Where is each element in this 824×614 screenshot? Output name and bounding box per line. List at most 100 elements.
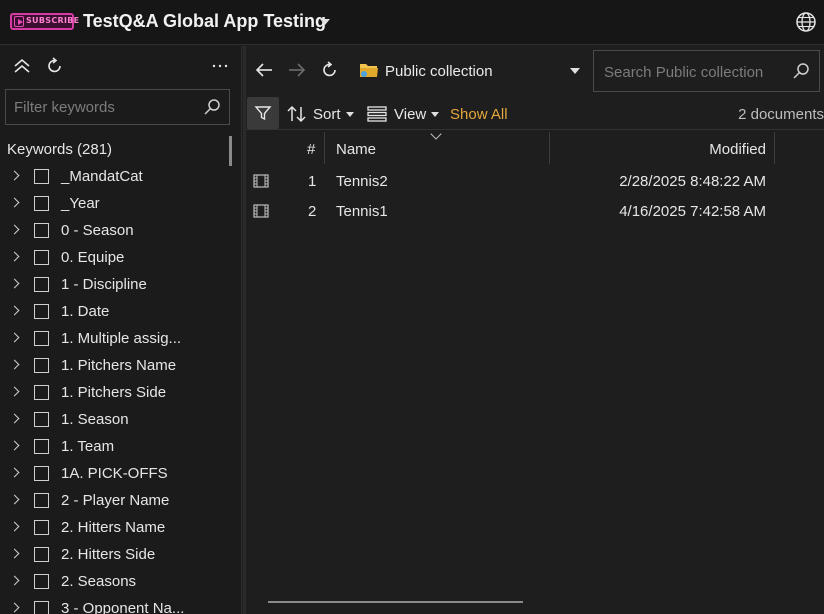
search-icon[interactable] (792, 62, 810, 80)
keyword-item[interactable]: _Year (0, 190, 230, 217)
keyword-checkbox[interactable] (34, 574, 49, 589)
documents-panel: Public collection Sort (246, 46, 824, 614)
keyword-checkbox[interactable] (34, 331, 49, 346)
chevron-right-icon[interactable] (9, 386, 20, 397)
keyword-label: 3 - Opponent Na... (61, 600, 185, 614)
collection-name[interactable]: Public collection (385, 63, 493, 80)
row-modified: 4/16/2025 7:42:58 AM (619, 203, 766, 220)
filter-icon (254, 106, 272, 121)
chevron-right-icon[interactable] (9, 602, 20, 613)
keyword-item[interactable]: 2. Hitters Name (0, 514, 230, 541)
column-header-number[interactable]: # (307, 141, 315, 158)
keyword-checkbox[interactable] (34, 385, 49, 400)
keyword-item[interactable]: 1. Pitchers Name (0, 352, 230, 379)
keyword-checkbox[interactable] (34, 196, 49, 211)
chevron-down-icon[interactable] (431, 112, 439, 117)
sort-icon[interactable] (287, 105, 307, 123)
keyword-item[interactable]: _MandatCat (0, 163, 230, 190)
column-header-modified[interactable]: Modified (709, 141, 766, 158)
chevron-right-icon[interactable] (9, 251, 20, 262)
keyword-checkbox[interactable] (34, 304, 49, 319)
horizontal-scrollbar[interactable] (268, 601, 523, 603)
forward-arrow-icon[interactable] (288, 63, 306, 77)
filter-button[interactable] (247, 97, 279, 129)
title-bar: SUBSCRIBE TestQ&A Global App Testing (0, 0, 824, 45)
row-name[interactable]: Tennis1 (336, 203, 388, 220)
more-options-icon[interactable] (212, 64, 228, 68)
chevron-right-icon[interactable] (9, 440, 20, 451)
search-collection-input[interactable] (604, 62, 784, 82)
keyword-item[interactable]: 3 - Opponent Na... (0, 595, 230, 614)
keyword-checkbox[interactable] (34, 466, 49, 481)
chevron-right-icon[interactable] (9, 494, 20, 505)
chevron-right-icon[interactable] (9, 278, 20, 289)
keyword-checkbox[interactable] (34, 358, 49, 373)
chevron-right-icon[interactable] (9, 548, 20, 559)
chevron-right-icon[interactable] (9, 467, 20, 478)
chevron-down-icon[interactable] (320, 19, 330, 25)
view-list-icon[interactable] (367, 105, 387, 123)
show-all-link[interactable]: Show All (450, 106, 508, 123)
keyword-item[interactable]: 2 - Player Name (0, 487, 230, 514)
keyword-item[interactable]: 0 - Season (0, 217, 230, 244)
keyword-label: 1. Pitchers Name (61, 357, 177, 374)
vertical-scrollbar[interactable] (229, 136, 232, 166)
chevron-right-icon[interactable] (9, 197, 20, 208)
keyword-item[interactable]: 1 - Discipline (0, 271, 230, 298)
chevron-right-icon[interactable] (9, 170, 20, 181)
keyword-checkbox[interactable] (34, 520, 49, 535)
chevron-right-icon[interactable] (9, 413, 20, 424)
navigation-bar: Public collection (246, 46, 824, 94)
keyword-item[interactable]: 2. Seasons (0, 568, 230, 595)
search-icon[interactable] (203, 98, 221, 116)
table-row[interactable]: 1 Tennis2 2/28/2025 8:48:22 AM (246, 166, 824, 196)
keyword-checkbox[interactable] (34, 547, 49, 562)
keyword-item[interactable]: 1. Date (0, 298, 230, 325)
chevron-right-icon[interactable] (9, 521, 20, 532)
column-separator[interactable] (549, 132, 550, 164)
keyword-item[interactable]: 1A. PICK-OFFS (0, 460, 230, 487)
keyword-checkbox[interactable] (34, 493, 49, 508)
row-name[interactable]: Tennis2 (336, 173, 388, 190)
chevron-right-icon[interactable] (9, 224, 20, 235)
refresh-icon[interactable] (321, 61, 339, 79)
refresh-icon[interactable] (46, 57, 64, 75)
keyword-label: 1. Season (61, 411, 129, 428)
keyword-item[interactable]: 2. Hitters Side (0, 541, 230, 568)
column-header-name[interactable]: Name (336, 141, 376, 158)
keyword-item[interactable]: 1. Multiple assig... (0, 325, 230, 352)
chevron-right-icon[interactable] (9, 575, 20, 586)
video-file-icon (253, 204, 269, 218)
keyword-checkbox[interactable] (34, 601, 49, 614)
column-separator[interactable] (774, 132, 775, 164)
chevron-right-icon[interactable] (9, 359, 20, 370)
channel-logo: SUBSCRIBE (10, 13, 79, 30)
keyword-item[interactable]: 1. Season (0, 406, 230, 433)
app-title[interactable]: TestQ&A Global App Testing (83, 11, 326, 32)
keyword-checkbox[interactable] (34, 277, 49, 292)
chevron-down-icon[interactable] (346, 112, 354, 117)
keyword-checkbox[interactable] (34, 169, 49, 184)
keyword-item[interactable]: 1. Team (0, 433, 230, 460)
keyword-checkbox[interactable] (34, 250, 49, 265)
keyword-label: 1. Date (61, 303, 110, 320)
view-button[interactable]: View (394, 106, 426, 123)
back-arrow-icon[interactable] (255, 63, 273, 77)
chevron-down-icon[interactable] (570, 68, 580, 74)
collapse-all-icon[interactable] (13, 58, 31, 74)
column-separator[interactable] (324, 132, 325, 164)
keyword-checkbox[interactable] (34, 412, 49, 427)
chevron-right-icon[interactable] (9, 332, 20, 343)
search-collection-field[interactable] (593, 50, 820, 92)
keyword-checkbox[interactable] (34, 439, 49, 454)
globe-icon[interactable] (795, 11, 817, 33)
table-row[interactable]: 2 Tennis1 4/16/2025 7:42:58 AM (246, 196, 824, 226)
filter-keywords-input[interactable] (14, 97, 194, 117)
chevron-right-icon[interactable] (9, 305, 20, 316)
keywords-header: Keywords (281) (7, 141, 113, 158)
keyword-item[interactable]: 0. Equipe (0, 244, 230, 271)
filter-keywords-field[interactable] (5, 89, 230, 125)
keyword-checkbox[interactable] (34, 223, 49, 238)
sort-button[interactable]: Sort (313, 106, 341, 123)
keyword-item[interactable]: 1. Pitchers Side (0, 379, 230, 406)
